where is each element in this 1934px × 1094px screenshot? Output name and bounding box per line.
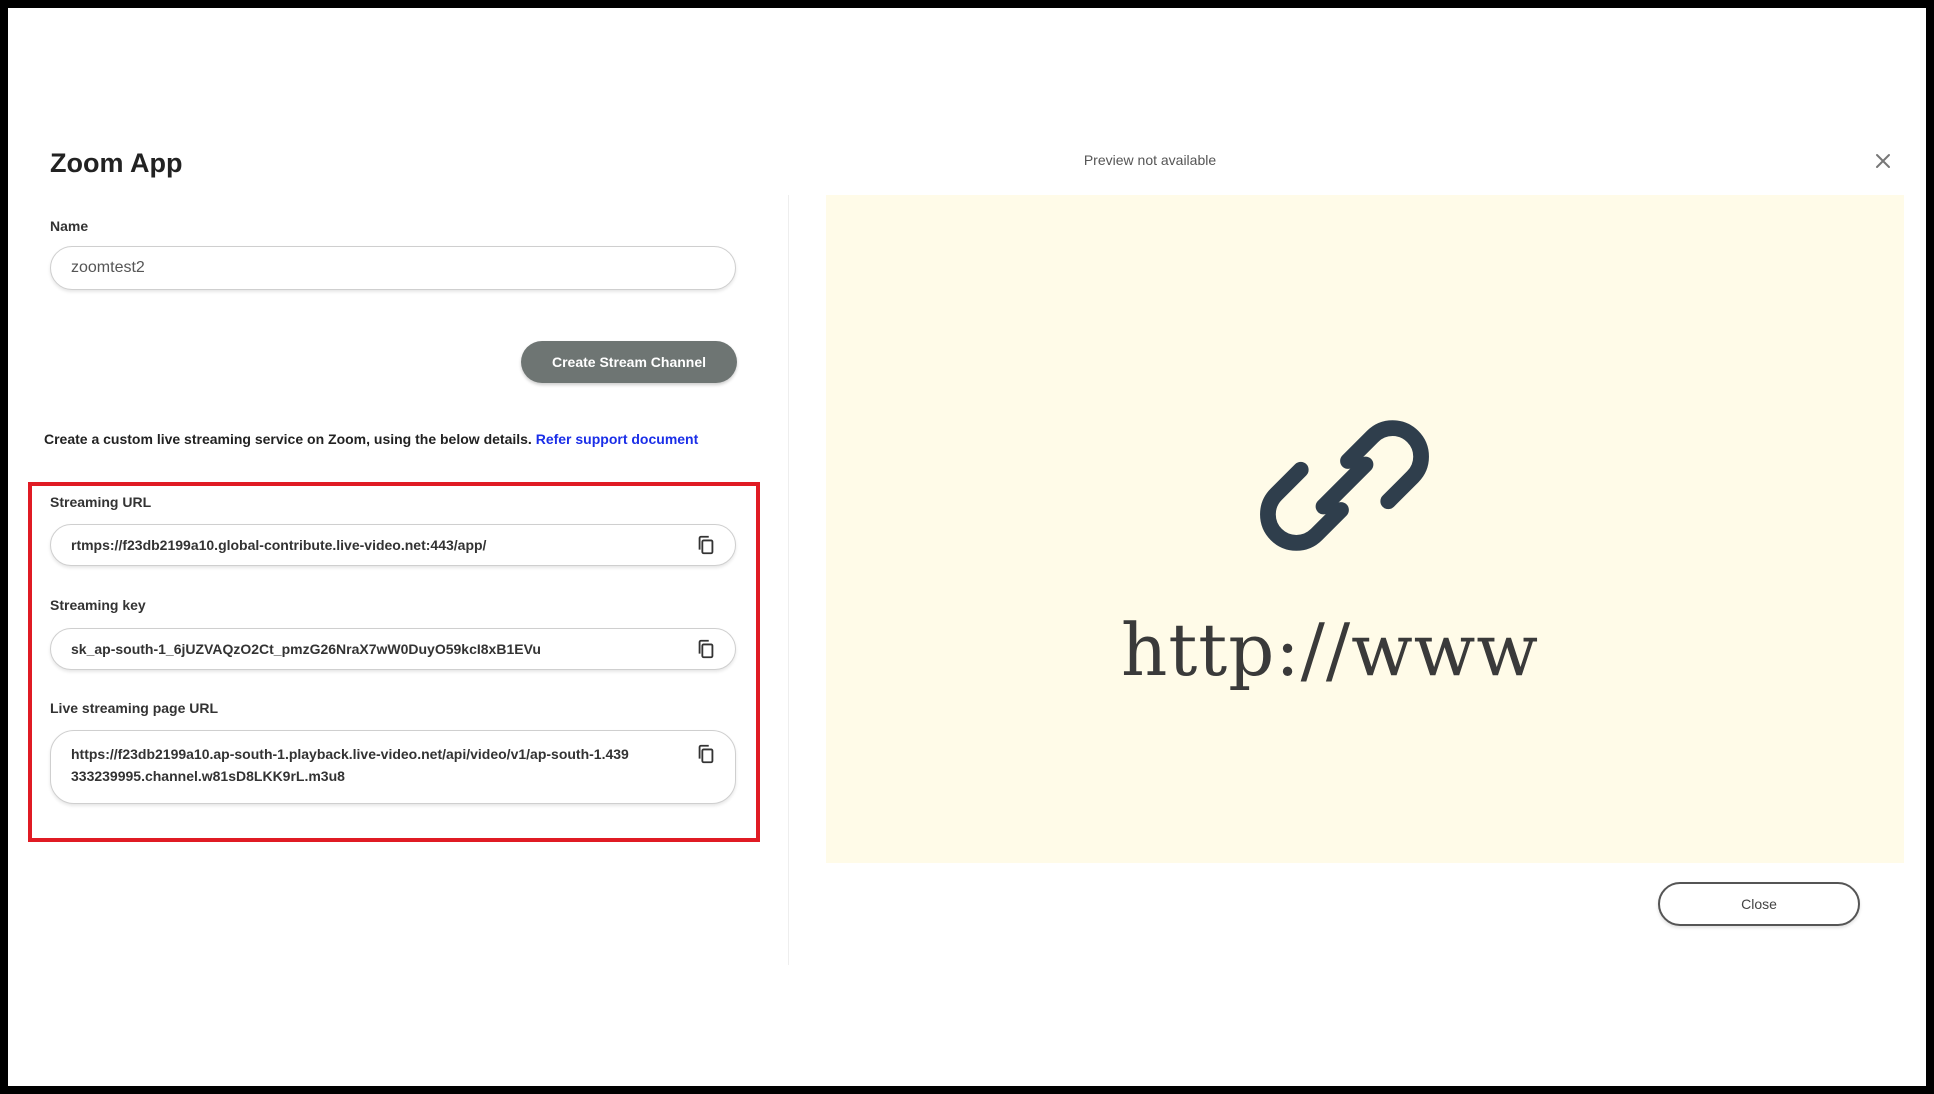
link-icon: [1260, 420, 1429, 551]
name-label: Name: [50, 218, 89, 234]
create-stream-channel-button[interactable]: Create Stream Channel: [521, 341, 737, 383]
streaming-url-value: rtmps://f23db2199a10.global-contribute.l…: [71, 537, 487, 553]
preview-url-text: http://www: [1121, 608, 1539, 692]
streaming-key-value: sk_ap-south-1_6jUZVAQzO2Ct_pmzG26NraX7wW…: [71, 641, 541, 657]
edge-marker: [0, 960, 8, 968]
edge-marker: [1926, 960, 1934, 968]
refer-support-document-link[interactable]: Refer support document: [536, 431, 699, 447]
streaming-key-label: Streaming key: [50, 597, 146, 613]
live-streaming-page-url-value: https://f23db2199a10.ap-south-1.playback…: [71, 746, 629, 784]
copy-icon[interactable]: [695, 743, 717, 765]
copy-icon[interactable]: [695, 638, 717, 660]
page-title: Zoom App: [50, 148, 183, 178]
preview-status-text: Preview not available: [1083, 152, 1217, 168]
streaming-url-label: Streaming URL: [50, 494, 152, 510]
name-input[interactable]: [50, 246, 736, 290]
streaming-key-field[interactable]: sk_ap-south-1_6jUZVAQzO2Ct_pmzG26NraX7wW…: [50, 628, 736, 670]
description-body: Create a custom live streaming service o…: [44, 431, 532, 447]
close-button[interactable]: Close: [1658, 882, 1860, 926]
panel-divider: [788, 195, 789, 965]
description-text: Create a custom live streaming service o…: [44, 428, 744, 450]
live-streaming-page-url-label: Live streaming page URL: [50, 700, 219, 716]
close-icon[interactable]: [1872, 150, 1894, 172]
live-streaming-page-url-field[interactable]: https://f23db2199a10.ap-south-1.playback…: [50, 730, 736, 804]
streaming-url-field[interactable]: rtmps://f23db2199a10.global-contribute.l…: [50, 524, 736, 566]
copy-icon[interactable]: [695, 534, 717, 556]
